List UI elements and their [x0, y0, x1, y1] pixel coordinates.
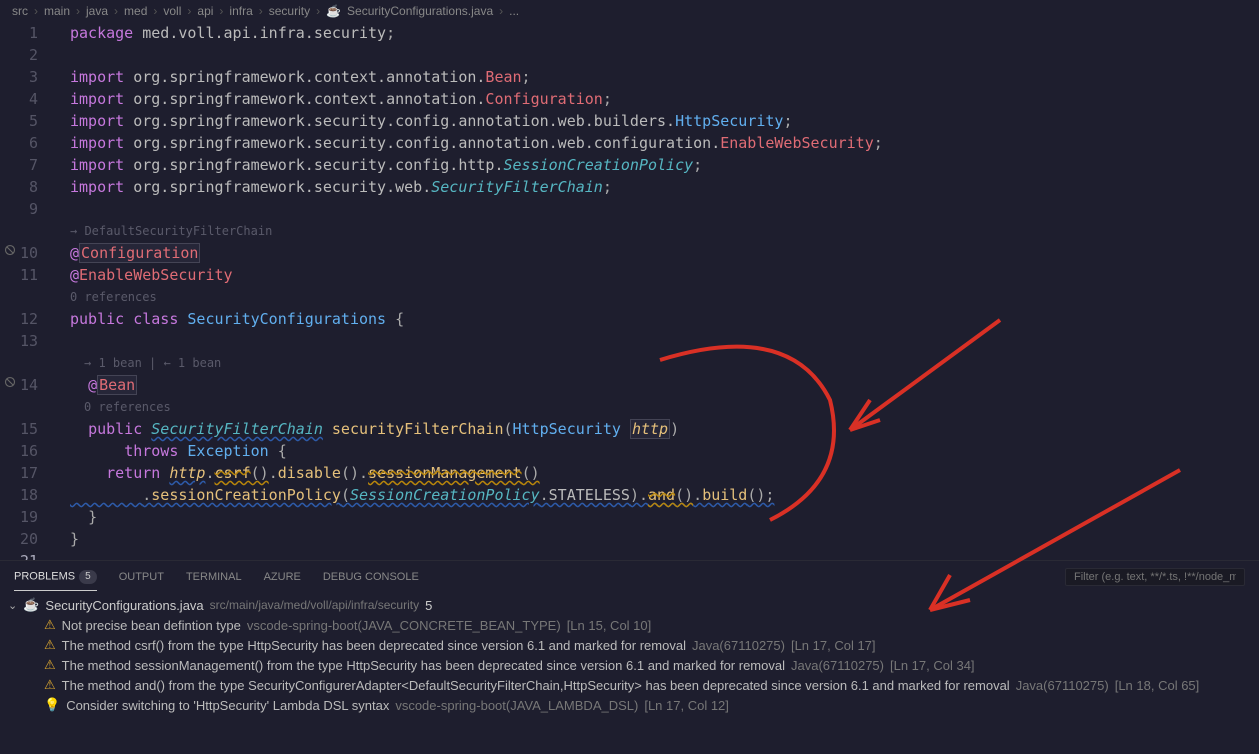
- crumb-tail[interactable]: ...: [509, 4, 519, 18]
- problem-message: The method sessionManagement() from the …: [62, 658, 785, 673]
- tab-output[interactable]: OUTPUT: [119, 565, 164, 589]
- problem-file-row[interactable]: ⌄ ☕ SecurityConfigurations.java src/main…: [0, 595, 1259, 615]
- code-content[interactable]: package med.voll.api.infra.security; imp…: [56, 22, 1259, 560]
- panel-tabs: PROBLEMS5 OUTPUT TERMINAL AZURE DEBUG CO…: [0, 561, 1259, 593]
- gutter-warning-icon: [4, 376, 16, 388]
- problems-list: ⌄ ☕ SecurityConfigurations.java src/main…: [0, 593, 1259, 717]
- problem-message: The method and() from the type SecurityC…: [62, 678, 1010, 693]
- crumb-sep: ›: [316, 4, 320, 18]
- problem-item[interactable]: ⚠ The method csrf() from the type HttpSec…: [0, 635, 1259, 655]
- problems-count-badge: 5: [79, 570, 97, 584]
- crumb-sep: ›: [499, 4, 503, 18]
- problem-source: Java(67110275): [692, 638, 785, 653]
- problems-filter-input[interactable]: [1065, 568, 1245, 586]
- tab-problems[interactable]: PROBLEMS5: [14, 564, 97, 591]
- codelens-references[interactable]: 0 references: [70, 286, 1259, 308]
- crumb-sep: ›: [259, 4, 263, 18]
- codelens-hint[interactable]: → DefaultSecurityFilterChain: [70, 220, 1259, 242]
- crumb-sep: ›: [219, 4, 223, 18]
- crumb[interactable]: src: [12, 4, 28, 18]
- java-file-icon: ☕: [23, 597, 39, 613]
- chevron-down-icon: ⌄: [8, 599, 17, 612]
- problem-item[interactable]: ⚠ The method and() from the type Security…: [0, 675, 1259, 695]
- lightbulb-icon: 💡: [44, 697, 60, 713]
- problem-position: [Ln 17, Col 34]: [890, 658, 975, 673]
- problem-item[interactable]: ⚠ Not precise bean defintion type vscode-…: [0, 615, 1259, 635]
- tab-debug-console[interactable]: DEBUG CONSOLE: [323, 565, 419, 589]
- problem-position: [Ln 17, Col 12]: [644, 698, 729, 713]
- crumb[interactable]: voll: [163, 4, 181, 18]
- problem-message: Not precise bean defintion type: [62, 618, 241, 633]
- breadcrumb[interactable]: src› main› java› med› voll› api› infra› …: [0, 0, 1259, 22]
- line-gutter: 1 2 3 4 5 6 7 8 9 10 11 12 13 14 15 16 1…: [0, 22, 56, 560]
- tab-terminal[interactable]: TERMINAL: [186, 565, 242, 589]
- crumb[interactable]: security: [269, 4, 310, 18]
- bottom-panel: PROBLEMS5 OUTPUT TERMINAL AZURE DEBUG CO…: [0, 560, 1259, 754]
- crumb[interactable]: main: [44, 4, 70, 18]
- problem-file-path: src/main/java/med/voll/api/infra/securit…: [210, 598, 419, 612]
- problem-position: [Ln 18, Col 65]: [1115, 678, 1200, 693]
- problem-source: Java(67110275): [791, 658, 884, 673]
- crumb[interactable]: med: [124, 4, 147, 18]
- crumb[interactable]: java: [86, 4, 108, 18]
- java-file-icon: ☕: [326, 4, 341, 18]
- tab-azure[interactable]: AZURE: [264, 565, 301, 589]
- crumb-sep: ›: [153, 4, 157, 18]
- problem-item[interactable]: ⚠ The method sessionManagement() from the…: [0, 655, 1259, 675]
- problem-file-name: SecurityConfigurations.java: [45, 598, 203, 613]
- problem-source: vscode-spring-boot(JAVA_CONCRETE_BEAN_TY…: [247, 618, 561, 633]
- warning-icon: ⚠: [44, 637, 56, 653]
- problem-message: The method csrf() from the type HttpSecu…: [62, 638, 686, 653]
- crumb-sep: ›: [34, 4, 38, 18]
- crumb-sep: ›: [76, 4, 80, 18]
- problem-source: Java(67110275): [1016, 678, 1109, 693]
- problem-position: [Ln 15, Col 10]: [567, 618, 652, 633]
- problem-item[interactable]: 💡 Consider switching to 'HttpSecurity' La…: [0, 695, 1259, 715]
- codelens-references[interactable]: 0 references: [70, 396, 1259, 418]
- gutter-warning-icon: [4, 244, 16, 256]
- crumb-sep: ›: [187, 4, 191, 18]
- code-editor[interactable]: 1 2 3 4 5 6 7 8 9 10 11 12 13 14 15 16 1…: [0, 22, 1259, 560]
- problem-source: vscode-spring-boot(JAVA_LAMBDA_DSL): [395, 698, 638, 713]
- problem-position: [Ln 17, Col 17]: [791, 638, 876, 653]
- warning-icon: ⚠: [44, 677, 56, 693]
- warning-icon: ⚠: [44, 657, 56, 673]
- crumb[interactable]: api: [197, 4, 213, 18]
- file-problem-count: 5: [425, 598, 432, 613]
- problem-message: Consider switching to 'HttpSecurity' Lam…: [66, 698, 389, 713]
- crumb[interactable]: infra: [229, 4, 252, 18]
- crumb-sep: ›: [114, 4, 118, 18]
- codelens-bean[interactable]: → 1 bean | ← 1 bean: [70, 352, 1259, 374]
- warning-icon: ⚠: [44, 617, 56, 633]
- crumb-file[interactable]: SecurityConfigurations.java: [347, 4, 493, 18]
